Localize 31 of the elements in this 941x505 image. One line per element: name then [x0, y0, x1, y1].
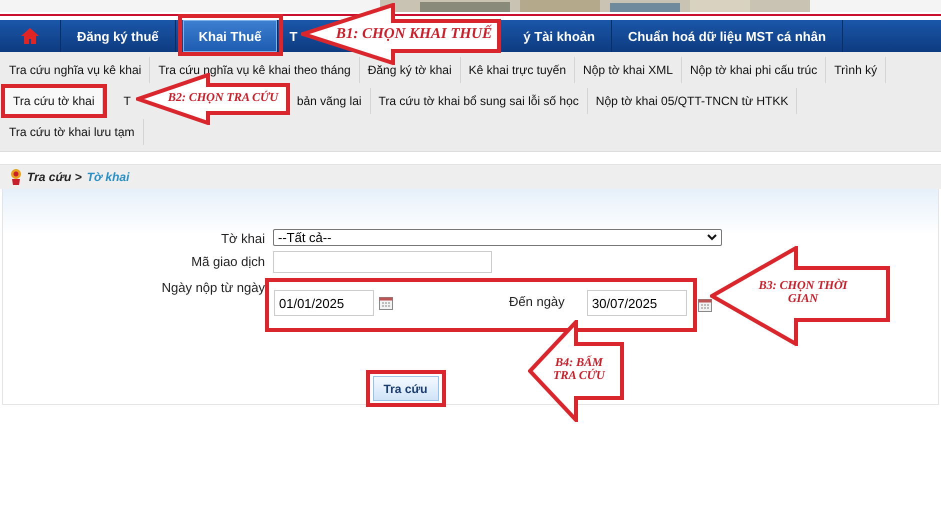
- nav-tab[interactable]: T: [285, 20, 302, 52]
- submenu-item[interactable]: T: [115, 88, 139, 114]
- date-field[interactable]: 01/01/2025: [274, 290, 374, 316]
- input-field[interactable]: [273, 251, 492, 273]
- field-label: Mã giao dịch: [190, 253, 265, 269]
- callout-text: B4: BẤM TRA CỨU: [552, 356, 606, 382]
- calendar-icon[interactable]: [698, 298, 712, 312]
- nav-tab[interactable]: Khai Thuế: [182, 20, 278, 52]
- callout-text: B3: CHỌN THỜI GIAN: [758, 279, 849, 306]
- date-field[interactable]: 30/07/2025: [587, 290, 687, 316]
- field-label: Đến ngày: [509, 293, 566, 309]
- callout-text: B2: CHỌN TRA CỨU: [166, 91, 280, 104]
- submenu-item[interactable]: Kê khai trực tuyến: [460, 56, 576, 82]
- submenu-item[interactable]: Tra cứu tờ khai: [5, 88, 104, 114]
- submenu-item[interactable]: Nộp tờ khai XML: [575, 56, 682, 82]
- search-button[interactable]: Tra cứu: [372, 376, 438, 401]
- field-label: Ngày nộp từ ngày: [160, 279, 265, 295]
- calendar-icon[interactable]: [379, 296, 393, 310]
- submenu-item[interactable]: Trình ký: [826, 56, 886, 82]
- submenu-item[interactable]: Tra cứu tờ khai bổ sung sai lỗi số học: [370, 88, 588, 114]
- submenu-item[interactable]: Nộp tờ khai phi cấu trúc: [682, 56, 826, 82]
- home-icon: [20, 27, 40, 45]
- submenu-item[interactable]: Nộp tờ khai 05/QTT-TNCN từ HTKK: [588, 88, 798, 114]
- submenu-item[interactable]: Tra cứu nghĩa vụ kê khai: [1, 56, 150, 82]
- submenu-item[interactable]: Tra cứu tờ khai lưu tạm: [1, 118, 144, 144]
- breadcrumb-parent: Tra cứu >: [27, 170, 82, 184]
- emblem-icon: [10, 168, 22, 186]
- callout-text: B1: CHỌN KHAI THUẾ: [334, 26, 494, 42]
- field-label: Tờ khai: [220, 230, 265, 246]
- declaration-dropdown[interactable]: --Tất cả--: [273, 229, 722, 246]
- chevron-down-icon: [707, 234, 717, 241]
